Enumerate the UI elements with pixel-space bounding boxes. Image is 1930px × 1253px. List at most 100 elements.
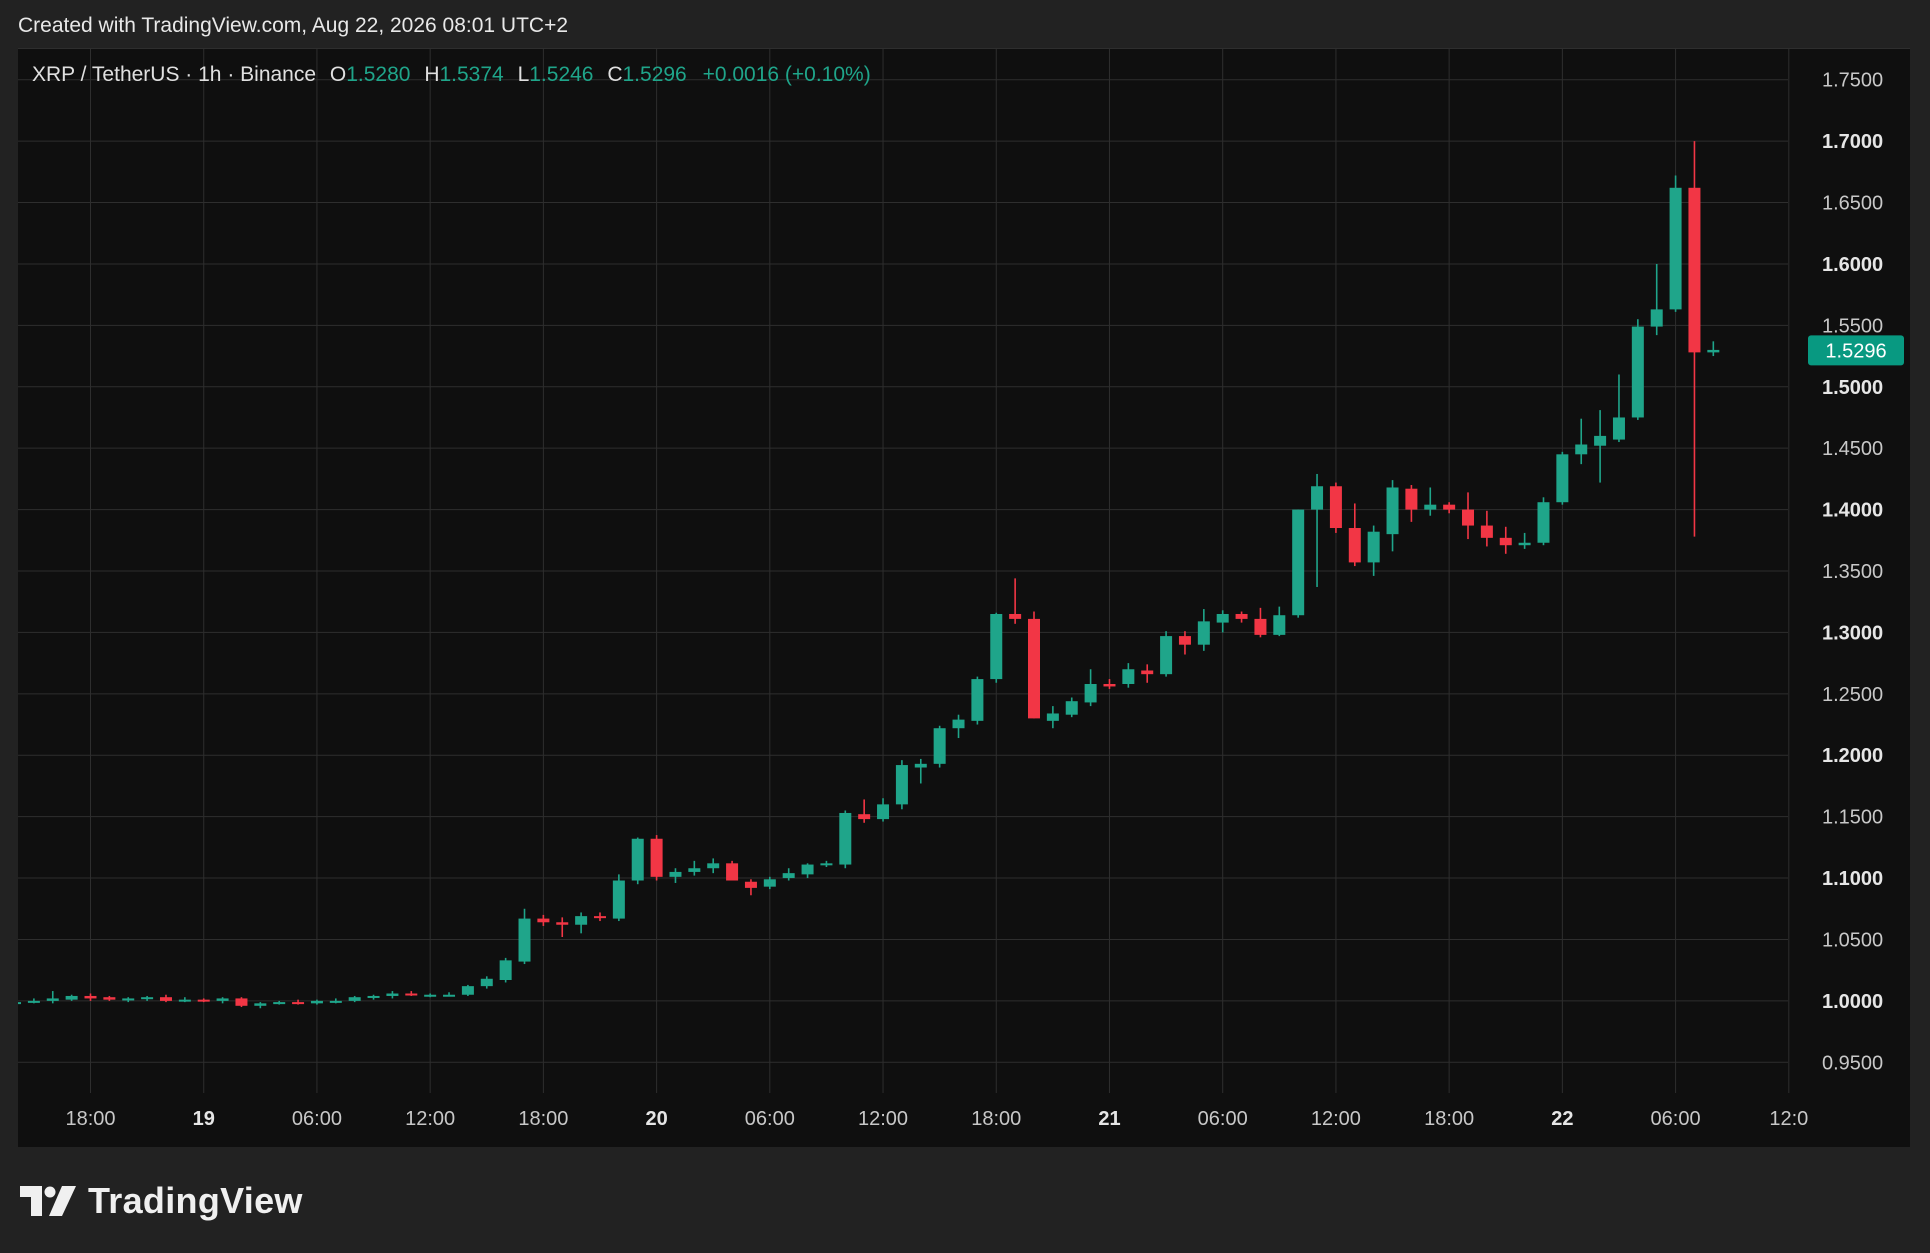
- change-value: +0.0016 (+0.10%): [702, 63, 871, 86]
- candle-body: [1650, 309, 1663, 327]
- last-price-tag: 1.5296: [1808, 335, 1904, 366]
- time-tick-label: 18:00: [65, 1108, 115, 1130]
- candle-body: [688, 868, 701, 872]
- candle-body: [877, 804, 890, 820]
- candle-body: [556, 922, 569, 925]
- candle-body: [273, 1002, 286, 1005]
- candle-body: [178, 999, 191, 1002]
- time-tick-label: 06:00: [292, 1108, 342, 1130]
- candle-body: [1424, 504, 1437, 510]
- time-tick-label: 18:00: [518, 1108, 568, 1130]
- candle-body: [216, 998, 229, 1001]
- price-tick-label: 1.0000: [1822, 991, 1883, 1013]
- low-key: L: [517, 63, 530, 86]
- last-price-tag-label: 1.5296: [1825, 340, 1886, 362]
- candle-body: [726, 863, 739, 881]
- candle-body: [537, 918, 550, 923]
- candle-body: [858, 814, 871, 820]
- candle-body: [499, 960, 512, 981]
- high-key: H: [424, 63, 440, 86]
- candle-body: [1462, 509, 1475, 526]
- candle-body: [952, 719, 965, 729]
- candle-body: [1688, 187, 1701, 353]
- candle-body: [1141, 670, 1154, 675]
- candle-body: [65, 995, 78, 1000]
- candle-body: [1028, 618, 1040, 719]
- grid-lines: [18, 49, 1790, 1093]
- price-tick-label: 1.3000: [1822, 622, 1883, 644]
- candlestick-chart[interactable]: 1.7500 1.7000 1.6500 1.6000 1.5500 1.5000 1.45…: [18, 49, 1910, 1147]
- price-tick-label: 1.7000: [1822, 131, 1883, 153]
- candle-body: [1575, 444, 1588, 455]
- candle-body: [405, 993, 418, 996]
- candle-body: [1178, 636, 1191, 645]
- candle-body: [443, 994, 456, 997]
- candle-body: [1273, 615, 1286, 635]
- candle-body: [1480, 525, 1493, 538]
- time-tick-label: 12:0: [1769, 1108, 1808, 1130]
- candle-body: [1612, 417, 1625, 440]
- candle-body: [744, 881, 757, 888]
- tradingview-logo[interactable]: TradingView: [20, 1180, 303, 1222]
- candle-body: [480, 978, 493, 987]
- candle-body: [197, 999, 210, 1002]
- candle-body: [650, 838, 663, 877]
- candle-body: [933, 728, 946, 764]
- candle-body: [329, 1000, 342, 1003]
- candle-body: [1707, 349, 1720, 353]
- price-tick-label: 1.4500: [1822, 438, 1883, 460]
- candle-body: [159, 997, 172, 1001]
- candle-body: [1329, 486, 1342, 529]
- price-tick-label: 1.5000: [1822, 377, 1883, 399]
- time-tick-label: 20: [645, 1108, 667, 1130]
- candle-body: [1499, 537, 1512, 546]
- candle-body: [1631, 326, 1644, 418]
- time-tick-label: 12:00: [1311, 1108, 1361, 1130]
- time-tick-label: 18:00: [971, 1108, 1021, 1130]
- close-value: 1.5296: [622, 63, 687, 86]
- candle-body: [990, 613, 1003, 680]
- candle-body: [763, 879, 776, 887]
- candle-body: [707, 863, 720, 869]
- candle-body: [1084, 683, 1097, 703]
- candle-body: [612, 880, 625, 919]
- price-tick-label: 1.5500: [1822, 315, 1883, 337]
- price-tick-label: 0.9500: [1822, 1052, 1883, 1074]
- time-tick-label: 12:00: [858, 1108, 908, 1130]
- candle-body: [1216, 613, 1229, 623]
- candle-body: [461, 986, 474, 995]
- candle-body: [348, 997, 361, 1001]
- candle-body: [1292, 509, 1305, 616]
- candle-body: [839, 812, 852, 865]
- time-tick-label: 22: [1551, 1108, 1573, 1130]
- time-axis: 18:00 19 06:00 12:00 18:00 20 06:00 12:00 18:00 2…: [65, 1108, 1808, 1130]
- candle-body: [424, 994, 437, 997]
- time-tick-label: 06:00: [1198, 1108, 1248, 1130]
- candle-body: [1537, 502, 1550, 543]
- candle-body: [1367, 531, 1380, 563]
- candle-body: [141, 997, 154, 1000]
- candle-body: [386, 993, 399, 996]
- symbol-legend: XRP / TetherUS · 1h · Binance O1.5280 H1…: [32, 63, 871, 87]
- low-value: 1.5246: [529, 63, 594, 86]
- chart-pane[interactable]: 1.7500 1.7000 1.6500 1.6000 1.5500 1.5000 1.45…: [18, 48, 1910, 1147]
- candle-body: [669, 871, 682, 877]
- price-tick-label: 1.1500: [1822, 807, 1883, 829]
- candle-body: [103, 997, 116, 1000]
- candle-body: [1235, 613, 1248, 619]
- candle-body: [518, 918, 531, 962]
- price-tick-label: 1.6000: [1822, 254, 1883, 276]
- candle-body: [782, 873, 795, 879]
- candle-body: [1669, 187, 1682, 310]
- price-tick-label: 1.3500: [1822, 561, 1883, 583]
- candle-body: [1046, 713, 1059, 721]
- candle-body: [27, 1000, 40, 1003]
- candle-body: [1197, 621, 1210, 645]
- candle-body: [292, 1002, 305, 1005]
- price-tick-label: 1.2500: [1822, 684, 1883, 706]
- candle-body: [801, 864, 814, 875]
- open-value: 1.5280: [346, 63, 411, 86]
- candle-body: [593, 916, 606, 919]
- high-value: 1.5374: [439, 63, 504, 86]
- tradingview-wordmark: TradingView: [88, 1180, 303, 1221]
